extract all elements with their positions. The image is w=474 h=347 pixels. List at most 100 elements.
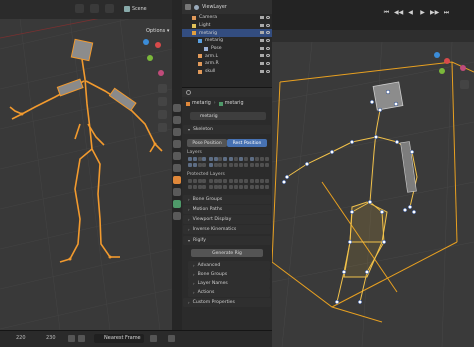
generate-rig-button[interactable]: Generate Rig xyxy=(191,249,263,257)
modifier-tab-icon[interactable] xyxy=(173,188,181,196)
right-3d-viewport[interactable]: ⏮ ◀◀ ◀ ▶ ▶▶ ⏭ xyxy=(272,0,474,347)
motion-paths-section[interactable]: › Motion Paths xyxy=(183,205,271,214)
layer-toggle[interactable] xyxy=(192,185,197,189)
visibility-eye-icon[interactable] xyxy=(266,54,270,58)
advanced-subsection[interactable]: › Advanced xyxy=(188,261,270,270)
actions-subsection[interactable]: › Actions xyxy=(188,288,270,297)
layer-toggle[interactable] xyxy=(197,157,202,161)
layer-toggle[interactable] xyxy=(197,185,202,189)
layer-toggle[interactable] xyxy=(197,179,202,183)
scene-selector[interactable]: Scene xyxy=(124,6,147,12)
layer-toggle[interactable] xyxy=(223,185,228,189)
grid-view-icon[interactable] xyxy=(158,123,167,132)
outliner-item[interactable]: arm.R xyxy=(182,60,272,68)
layer-toggle[interactable] xyxy=(192,179,197,183)
right-viewport-canvas[interactable] xyxy=(272,42,474,347)
tool-tab-icon[interactable] xyxy=(173,104,181,112)
layer-toggle[interactable] xyxy=(250,163,255,167)
visibility-eye-icon[interactable] xyxy=(266,23,270,27)
layer-toggle[interactable] xyxy=(188,157,192,161)
layer-toggle[interactable] xyxy=(197,163,202,167)
layer-toggle[interactable] xyxy=(264,185,269,189)
gizmo-y-icon[interactable] xyxy=(147,55,153,61)
tweak-icon[interactable] xyxy=(105,4,114,13)
view-layer-tab-icon[interactable] xyxy=(173,140,181,148)
visibility-eye-icon[interactable] xyxy=(266,16,270,19)
layer-toggle[interactable] xyxy=(264,163,269,167)
layer-toggle[interactable] xyxy=(213,185,218,189)
armature-name-field[interactable]: metarig xyxy=(190,112,266,120)
right-gizmo-y-icon[interactable] xyxy=(439,68,445,74)
layer-toggle[interactable] xyxy=(213,179,218,183)
proportional-icon[interactable] xyxy=(168,335,175,342)
object-tab-icon[interactable] xyxy=(173,176,181,184)
layer-toggle[interactable] xyxy=(208,179,213,183)
outliner-item[interactable]: metarig xyxy=(182,29,272,38)
layer-toggle[interactable] xyxy=(188,185,192,189)
layer-toggle[interactable] xyxy=(239,179,243,183)
layer-names-subsection[interactable]: › Layer Names xyxy=(188,279,270,288)
layer-toggle[interactable] xyxy=(239,163,243,167)
layer-toggle[interactable] xyxy=(229,157,234,161)
layer-toggle[interactable] xyxy=(234,179,239,183)
view-layer-label[interactable]: ViewLayer xyxy=(202,5,227,10)
layer-toggle[interactable] xyxy=(250,157,255,161)
left-viewport-canvas[interactable] xyxy=(0,19,172,330)
playback-button-icon[interactable]: ⏭ xyxy=(442,9,451,17)
layer-toggle[interactable] xyxy=(218,179,223,183)
layer-toggle[interactable] xyxy=(243,157,248,161)
output-tab-icon[interactable] xyxy=(173,128,181,136)
layer-toggle[interactable] xyxy=(223,163,228,167)
visibility-eye-icon[interactable] xyxy=(266,46,270,50)
layer-toggle[interactable] xyxy=(264,179,269,183)
outliner-item[interactable]: metarig xyxy=(182,37,272,45)
viewport-display-section[interactable]: › Viewport Display xyxy=(183,215,271,224)
layer-toggle[interactable] xyxy=(243,185,248,189)
layer-toggle[interactable] xyxy=(188,179,192,183)
options-dropdown[interactable]: Options ▾ xyxy=(146,28,169,34)
playback-button-icon[interactable]: ⏮ xyxy=(382,9,391,17)
pose-position-button[interactable]: Pose Position xyxy=(187,139,227,147)
layer-toggle[interactable] xyxy=(218,163,223,167)
scene-tab-icon[interactable] xyxy=(173,152,181,160)
editor-type-icon[interactable] xyxy=(185,4,191,10)
render-camera-icon[interactable] xyxy=(260,62,264,66)
visibility-eye-icon[interactable] xyxy=(266,31,270,35)
layer-toggle[interactable] xyxy=(202,185,207,189)
layer-toggle[interactable] xyxy=(229,185,234,189)
layer-toggle[interactable] xyxy=(254,157,259,161)
layer-toggle[interactable] xyxy=(243,163,248,167)
layer-toggle[interactable] xyxy=(192,163,197,167)
layer-toggle[interactable] xyxy=(223,179,228,183)
keying-icon[interactable] xyxy=(78,335,85,342)
render-camera-icon[interactable] xyxy=(260,46,264,50)
layer-toggle[interactable] xyxy=(254,185,259,189)
layer-toggle[interactable] xyxy=(218,185,223,189)
playback-button-icon[interactable]: ◀ xyxy=(406,9,415,17)
playback-button-icon[interactable]: ◀◀ xyxy=(394,9,403,17)
layer-toggle[interactable] xyxy=(259,179,264,183)
layer-toggle[interactable] xyxy=(213,157,218,161)
layer-toggle[interactable] xyxy=(188,163,192,167)
layer-toggle[interactable] xyxy=(259,157,264,161)
skeleton-section[interactable]: ▾ Skeleton xyxy=(183,125,271,134)
layer-toggle[interactable] xyxy=(239,185,243,189)
select-box-icon[interactable] xyxy=(75,4,84,13)
visibility-eye-icon[interactable] xyxy=(266,62,270,66)
playback-button-icon[interactable]: ▶▶ xyxy=(430,9,439,17)
layer-toggle[interactable] xyxy=(192,157,197,161)
inverse-kinematics-section[interactable]: › Inverse Kinematics xyxy=(183,225,271,234)
layer-toggle[interactable] xyxy=(243,179,248,183)
layer-toggle[interactable] xyxy=(208,163,213,167)
cursor-icon[interactable] xyxy=(90,4,99,13)
right-zoom-icon[interactable] xyxy=(460,80,469,89)
layer-toggle[interactable] xyxy=(234,157,239,161)
camera-view-icon[interactable] xyxy=(158,110,167,119)
layer-toggle[interactable] xyxy=(208,185,213,189)
layer-toggle[interactable] xyxy=(259,163,264,167)
layer-toggle[interactable] xyxy=(239,157,243,161)
rest-position-button[interactable]: Rest Position xyxy=(227,139,267,147)
playback-icon[interactable] xyxy=(68,335,75,342)
layer-toggle[interactable] xyxy=(250,185,255,189)
layer-toggle[interactable] xyxy=(234,185,239,189)
